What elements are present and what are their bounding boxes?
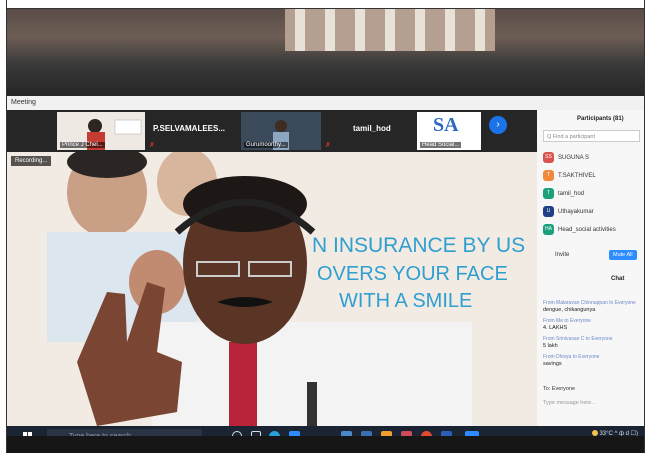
avatar: U [543, 206, 554, 217]
participant-row[interactable]: T T.SAKTHIVEL [543, 170, 596, 182]
participant-row-name: tamil_hod [558, 191, 585, 198]
next-page-button[interactable]: › [489, 116, 507, 134]
speaker-video: Recording... N INSURANCE BY US OVERS YOU… [7, 152, 537, 426]
window-titlebar: Meeting [7, 96, 644, 110]
chat-message: 4. LAKHS [543, 325, 568, 331]
avatar: HA [543, 224, 554, 235]
chat-title: Chat [611, 276, 625, 282]
meeting-sidebar: Participants (81) Q Find a participant S… [537, 110, 644, 426]
chat-sender: From Malaravan Chinnappan to Everyone [543, 300, 636, 306]
participant-row[interactable]: Ttamil_hod [543, 188, 584, 200]
participant-row[interactable]: HA Head_social activities [543, 224, 616, 236]
monitor-bezel [0, 436, 651, 453]
frame-border [0, 0, 651, 9]
participant-row-name: T.SAKTHIVEL [558, 173, 596, 180]
avatar: T [543, 188, 554, 199]
participant-row-name: Head_social activities [558, 227, 616, 234]
participant-row[interactable]: U Uthayakumar [543, 206, 594, 218]
frame-border [0, 0, 7, 453]
chat-message-input[interactable]: Type message here... [543, 400, 596, 406]
participant-name: Head Social... [420, 142, 462, 148]
thumbnail-tile[interactable]: Gurumoorthy... [241, 112, 321, 150]
participant-name: Gurumoorthy... [244, 142, 288, 148]
mute-all-button[interactable]: Mute All [609, 250, 637, 260]
monitor-screen: Meeting Prince J Chel... P.SELVAMALEES..… [7, 96, 644, 448]
room-window [285, 9, 495, 51]
window-title: Meeting [11, 99, 36, 106]
thumbnail-tile[interactable]: SA Head Social... [417, 112, 481, 150]
participant-name: Prince J Chel... [60, 142, 105, 148]
slide-text-line: N INSURANCE BY US [312, 234, 526, 257]
chat-sender: From Dhivya to Everyone [543, 354, 600, 360]
thumbnail-tile[interactable]: tamil_hod ✗ [323, 112, 415, 150]
chat-sender: From Srinivasan C to Everyone [543, 336, 613, 342]
mic-muted-icon: ✗ [149, 142, 155, 149]
slide-text-line: OVERS YOUR FACE [317, 263, 508, 285]
chat-recipient-select[interactable]: To: Everyone [543, 386, 575, 392]
avatar: T [543, 170, 554, 181]
logo: SA [433, 114, 459, 136]
chat-message: dengue, chikangunya [543, 307, 596, 313]
participant-name: tamil_hod [353, 124, 391, 133]
mic-muted-icon: ✗ [325, 142, 331, 149]
invite-button[interactable]: Invite [555, 252, 569, 258]
slide-text-line: WITH A SMILE [339, 290, 473, 312]
participant-row-name: SUGUNA S [558, 155, 590, 162]
participant-row-name: Uthayakumar [558, 209, 594, 216]
recording-indicator: Recording... [11, 156, 52, 166]
participant-row[interactable]: SS SUGUNA S [543, 152, 589, 164]
avatar: SS [543, 152, 554, 163]
video-thumbnail-strip: Prince J Chel... P.SELVAMALEES... ✗ Guru… [7, 110, 537, 152]
participants-title: Participants (81) [577, 116, 624, 122]
speaker-scene-icon [7, 152, 537, 426]
participant-search-input[interactable]: Q Find a participant [543, 130, 640, 142]
thumbnail-tile[interactable]: Prince J Chel... [57, 112, 145, 150]
participant-name: P.SELVAMALEES... [153, 124, 226, 133]
chat-message: savings [543, 361, 562, 367]
thumbnail-tile[interactable]: P.SELVAMALEES... ✗ [147, 112, 239, 150]
frame-border [644, 0, 651, 453]
room-background [7, 9, 644, 101]
chat-sender: From Me to Everyone [543, 318, 592, 324]
chat-message: 5 lakh [543, 343, 558, 349]
photo-frame: Meeting Prince J Chel... P.SELVAMALEES..… [0, 0, 651, 453]
